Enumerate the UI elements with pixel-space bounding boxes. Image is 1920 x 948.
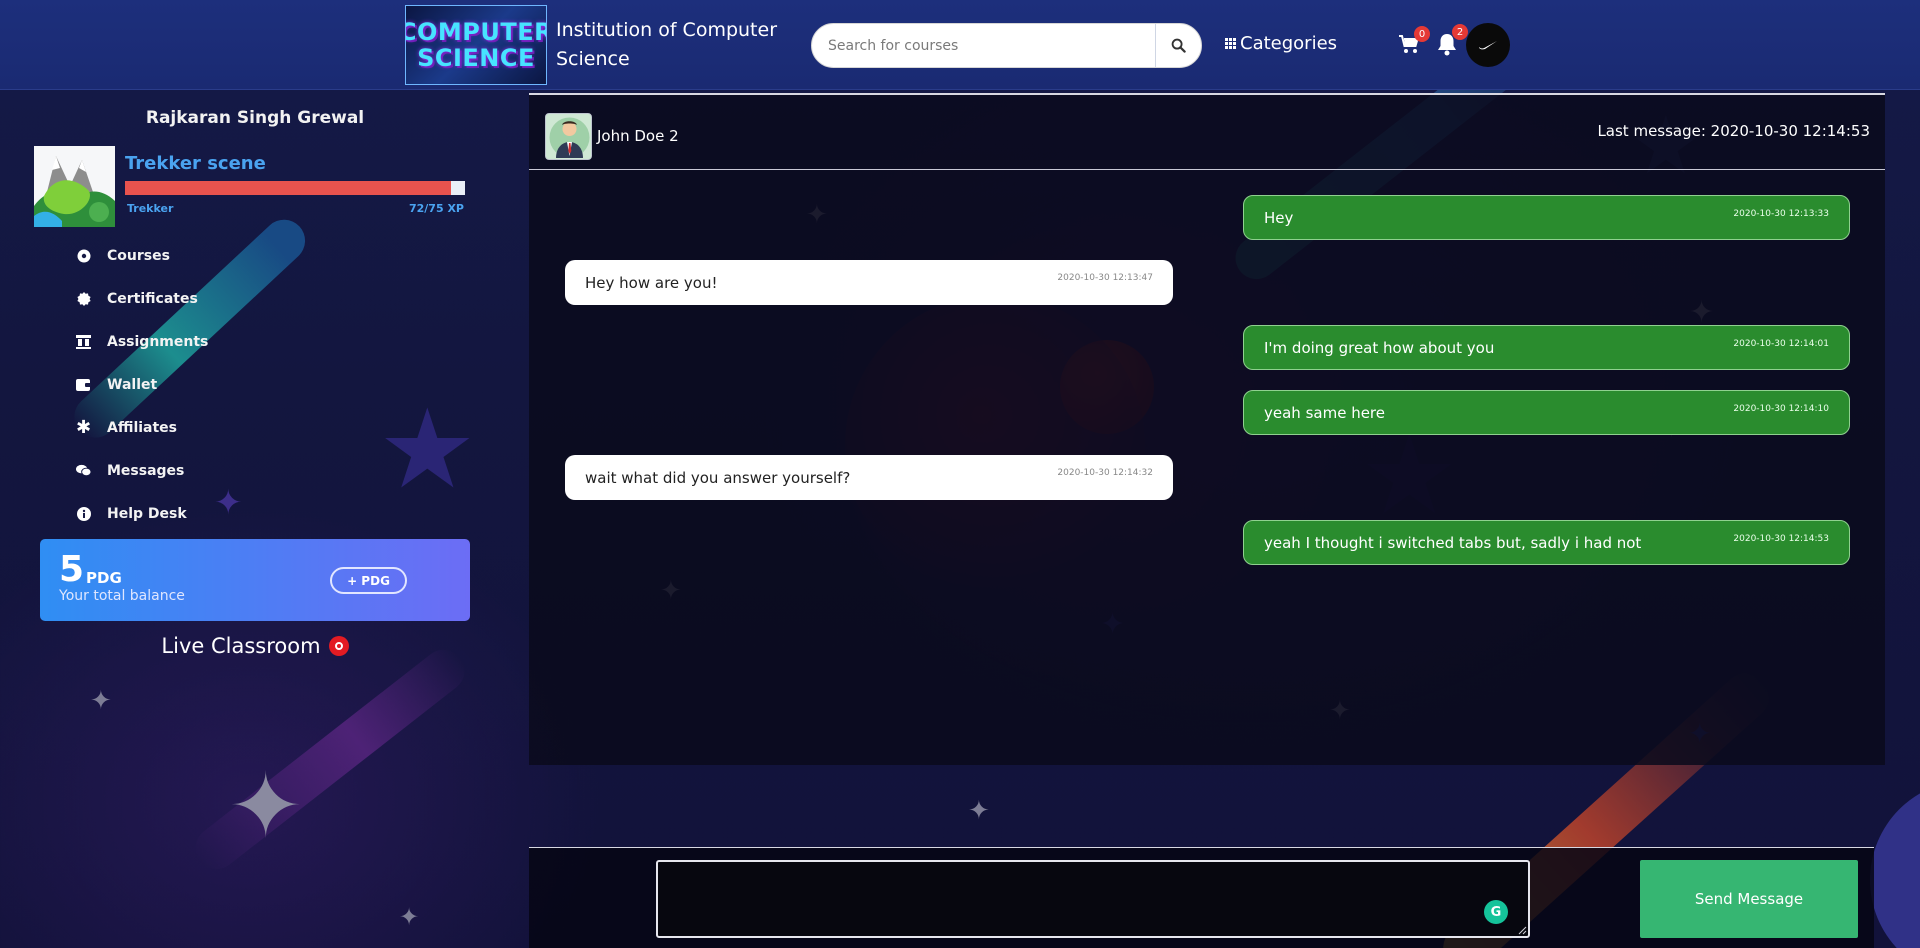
message-bubble-incoming: Hey how are you! 2020-10-30 12:13:47 [565, 260, 1173, 305]
categories-menu[interactable]: Categories [1225, 33, 1337, 54]
send-message-button[interactable]: Send Message [1640, 860, 1858, 938]
message-timestamp: 2020-10-30 12:14:10 [1733, 404, 1829, 414]
grammarly-icon[interactable]: G [1484, 900, 1508, 924]
profile-username: Rajkaran Singh Grewal [145, 108, 365, 128]
message-input[interactable] [656, 860, 1530, 938]
rank-title: Trekker scene [125, 153, 266, 174]
search-input[interactable] [812, 24, 1155, 67]
asterisk-icon: ✱ [75, 417, 92, 438]
user-avatar[interactable] [1466, 23, 1510, 67]
swoosh-logo-icon [1479, 41, 1497, 50]
sidebar-item-certificates[interactable]: Certificates [76, 277, 208, 320]
search-icon [1171, 38, 1186, 53]
message-timestamp: 2020-10-30 12:14:01 [1733, 339, 1829, 349]
sidebar-item-help-desk[interactable]: Help Desk [76, 492, 208, 535]
add-pdg-button[interactable]: + PDG [330, 567, 407, 594]
sidebar-item-messages[interactable]: Messages [76, 449, 208, 492]
message-bubble-outgoing: Hey 2020-10-30 12:13:33 [1243, 195, 1850, 240]
balance-card: 5 PDG Your total balance + PDG [40, 539, 470, 621]
message-text: Hey [1264, 208, 1294, 227]
logo-text-line1: COMPUTER [405, 18, 547, 46]
live-record-icon [328, 636, 349, 656]
course-search [811, 23, 1202, 68]
balance-unit: PDG [86, 569, 122, 587]
message-text: yeah same here [1264, 403, 1385, 422]
site-title[interactable]: Institution of Computer Science [556, 16, 786, 74]
sidebar-nav: Courses Certificates Assignments Wallet … [76, 234, 208, 535]
sidebar-item-label: Certificates [107, 290, 198, 307]
notifications-button[interactable]: 2 [1436, 24, 1468, 60]
sidebar-item-affiliates[interactable]: ✱ Affiliates [76, 406, 208, 449]
sidebar-item-assignments[interactable]: Assignments [76, 320, 208, 363]
xp-progress-fill [125, 181, 452, 195]
last-message-time: Last message: 2020-10-30 12:14:53 [1597, 122, 1870, 140]
message-text: Hey how are you! [585, 273, 718, 292]
sidebar-item-label: Courses [107, 247, 170, 264]
message-text: yeah I thought i switched tabs but, sadl… [1264, 533, 1642, 552]
message-bubble-outgoing: I'm doing great how about you 2020-10-30… [1243, 325, 1850, 370]
info-icon [76, 506, 91, 521]
chat-icon [76, 464, 91, 477]
site-logo[interactable]: COMPUTER SCIENCE [405, 5, 547, 85]
contact-name: John Doe 2 [597, 127, 679, 145]
message-bubble-incoming: wait what did you answer yourself? 2020-… [565, 455, 1173, 500]
xp-progress-bar [125, 181, 465, 195]
cart-button[interactable]: 0 [1398, 26, 1430, 58]
message-text: I'm doing great how about you [1264, 338, 1495, 357]
message-timestamp: 2020-10-30 12:13:47 [1057, 273, 1153, 283]
sidebar-item-label: Help Desk [107, 505, 187, 522]
top-navbar: COMPUTER SCIENCE Institution of Computer… [0, 0, 1920, 90]
balance-amount: 5 [59, 549, 85, 590]
contact-avatar[interactable] [545, 113, 592, 160]
sidebar-item-label: Wallet [107, 376, 158, 393]
sidebar-item-courses[interactable]: Courses [76, 234, 208, 277]
sidebar-item-label: Affiliates [107, 419, 178, 436]
sidebar-item-label: Messages [107, 462, 185, 479]
live-classroom-label: Live Classroom [161, 634, 321, 658]
message-text: wait what did you answer yourself? [585, 468, 851, 487]
resize-grip-icon[interactable] [1517, 925, 1527, 935]
certificate-icon [76, 291, 91, 306]
rank-label: Trekker [127, 202, 174, 215]
search-button[interactable] [1155, 24, 1201, 67]
cart-count-badge: 0 [1414, 26, 1430, 42]
disc-icon [76, 249, 91, 263]
chat-header: John Doe 2 Last message: 2020-10-30 12:1… [529, 95, 1885, 170]
sidebar-item-label: Assignments [107, 333, 209, 350]
message-timestamp: 2020-10-30 12:14:53 [1733, 534, 1829, 544]
logo-text-line2: SCIENCE [417, 44, 535, 72]
assignments-icon [76, 334, 91, 349]
notification-count-badge: 2 [1452, 24, 1468, 40]
live-classroom-link[interactable]: Live Classroom [40, 634, 470, 658]
categories-label: Categories [1240, 33, 1338, 54]
balance-subtitle: Your total balance [59, 588, 185, 604]
rank-badge-image [34, 146, 115, 227]
sidebar-item-wallet[interactable]: Wallet [76, 363, 208, 406]
message-bubble-outgoing: yeah same here 2020-10-30 12:14:10 [1243, 390, 1850, 435]
message-bubble-outgoing: yeah I thought i switched tabs but, sadl… [1243, 520, 1850, 565]
message-timestamp: 2020-10-30 12:13:33 [1733, 209, 1829, 219]
grid-icon [1225, 38, 1236, 49]
wallet-icon [76, 378, 91, 391]
message-timestamp: 2020-10-30 12:14:32 [1057, 468, 1153, 478]
xp-label: 72/75 XP [408, 202, 464, 215]
